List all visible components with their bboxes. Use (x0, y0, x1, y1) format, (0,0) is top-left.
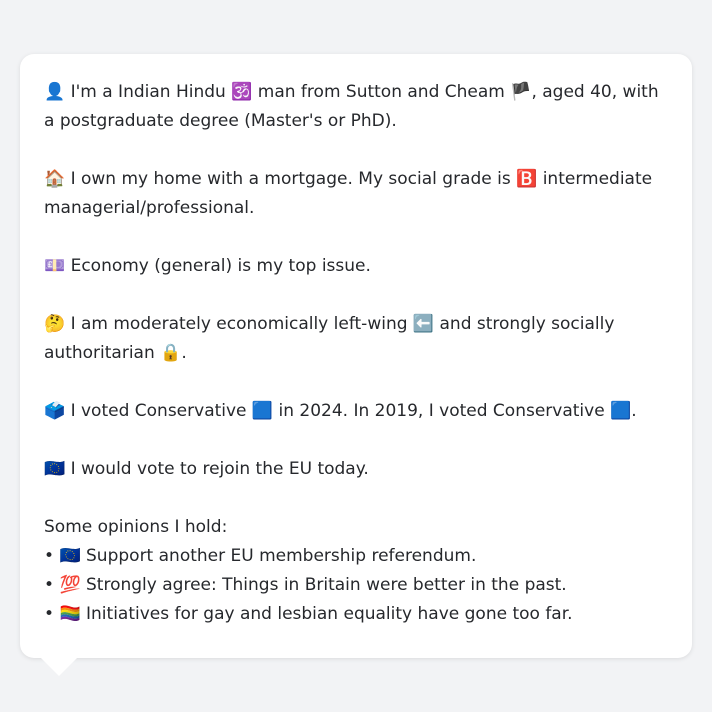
issue-text: Economy (general) is my top issue. (70, 256, 371, 276)
opinions-heading: Some opinions I hold: (44, 517, 228, 537)
vote-text-a: I voted Conservative (70, 401, 247, 421)
opinion-text: Strongly agree: Things in Britain were b… (86, 575, 567, 595)
home-line: 🏠 I own my home with a mortgage. My soci… (44, 165, 668, 223)
issue-line: 💷 Economy (general) is my top issue. (44, 252, 668, 281)
bullet: • (44, 604, 55, 624)
b-grade-icon: 🅱️ (516, 169, 538, 189)
opinion-item: • 🇪🇺 Support another EU membership refer… (44, 542, 668, 571)
eu-flag-icon: 🇪🇺 (44, 459, 66, 479)
opinion-item: • 💯 Strongly agree: Things in Britain we… (44, 571, 668, 600)
eu-flag-icon: 🇪🇺 (59, 546, 81, 566)
home-text-a: I own my home with a mortgage. My social… (70, 169, 511, 189)
identity-text-b: man from Sutton and Cheam (257, 82, 505, 102)
hundred-points-icon: 💯 (59, 575, 81, 595)
bubble-tail (39, 656, 79, 676)
vote-text-c: . (631, 401, 637, 421)
ideology-text-c: . (181, 343, 187, 363)
bullet: • (44, 575, 55, 595)
identity-line: 👤 I'm a Indian Hindu 🕉️ man from Sutton … (44, 78, 668, 136)
ballot-box-icon: 🗳️ (44, 401, 66, 421)
bullet: • (44, 546, 55, 566)
pound-notes-icon: 💷 (44, 256, 66, 276)
thinking-face-icon: 🤔 (44, 314, 66, 334)
vote-text-b: in 2024. In 2019, I voted Conservative (278, 401, 605, 421)
blue-square-icon: 🟦 (610, 401, 632, 421)
blue-square-icon: 🟦 (251, 401, 274, 421)
opinion-text: Support another EU membership referendum… (86, 546, 477, 566)
message-bubble: 👤 I'm a Indian Hindu 🕉️ man from Sutton … (20, 54, 692, 658)
eu-line: 🇪🇺 I would vote to rejoin the EU today. (44, 455, 668, 484)
england-flag-icon: 🏴 (510, 82, 532, 102)
eu-text: I would vote to rejoin the EU today. (70, 459, 369, 479)
ideology-text-a: I am moderately economically left-wing (70, 314, 408, 334)
opinion-item: • 🏳️‍🌈 Initiatives for gay and lesbian e… (44, 600, 668, 629)
left-arrow-icon: ⬅️ (412, 314, 435, 334)
lock-icon: 🔒 (160, 343, 182, 363)
opinion-text: Initiatives for gay and lesbian equality… (86, 604, 573, 624)
identity-text-a: I'm a Indian Hindu (70, 82, 226, 102)
ideology-line: 🤔 I am moderately economically left-wing… (44, 310, 668, 368)
om-icon: 🕉️ (231, 82, 253, 102)
rainbow-flag-icon: 🏳️‍🌈 (59, 604, 81, 624)
vote-line: 🗳️ I voted Conservative 🟦 in 2024. In 20… (44, 397, 668, 426)
house-icon: 🏠 (44, 169, 66, 189)
person-icon: 👤 (44, 82, 66, 102)
